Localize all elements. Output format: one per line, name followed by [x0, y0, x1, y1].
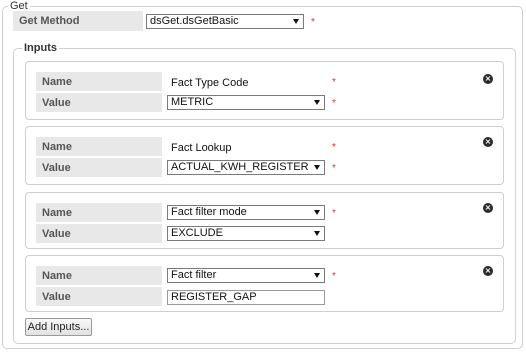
input-name-selected: Fact filter mode: [171, 206, 247, 218]
chevron-down-icon: [314, 273, 320, 278]
input-name-text: Fact Lookup: [171, 142, 232, 154]
close-icon[interactable]: ×: [483, 203, 493, 213]
chevron-down-icon: [314, 100, 320, 105]
get-method-label: Get Method: [13, 11, 143, 31]
name-label: Name: [36, 137, 162, 156]
value-label: Value: [36, 158, 162, 177]
close-icon[interactable]: ×: [483, 137, 493, 147]
add-inputs-button[interactable]: Add Inputs...: [25, 318, 92, 336]
input-name-select[interactable]: Fact filter: [167, 268, 325, 283]
chevron-down-icon: [314, 231, 320, 236]
chevron-down-icon: [314, 210, 320, 215]
input-value-text: REGISTER_GAP: [171, 291, 257, 303]
chevron-down-icon: [293, 19, 299, 24]
name-label: Name: [36, 266, 162, 285]
required-marker: *: [332, 208, 336, 219]
required-marker: *: [332, 163, 336, 174]
required-marker: *: [332, 98, 336, 109]
input-value-selected: ACTUAL_KWH_REGISTER: [171, 161, 309, 173]
required-marker: *: [332, 77, 336, 88]
required-marker: *: [332, 142, 336, 153]
required-marker: *: [311, 17, 315, 28]
input-card: Name Value Fact filter * REGISTER_GAP ×: [25, 255, 504, 312]
get-method-select[interactable]: dsGet.dsGetBasic: [146, 14, 304, 29]
input-value-select[interactable]: METRIC: [167, 95, 325, 110]
input-name-text: Fact Type Code: [171, 77, 249, 89]
input-value-select[interactable]: ACTUAL_KWH_REGISTER: [167, 160, 325, 175]
input-value-field[interactable]: REGISTER_GAP: [167, 290, 325, 305]
chevron-down-icon: [314, 165, 320, 170]
close-icon[interactable]: ×: [483, 74, 493, 84]
value-label: Value: [36, 93, 162, 112]
value-label: Value: [36, 287, 162, 306]
value-label: Value: [36, 224, 162, 243]
close-icon[interactable]: ×: [483, 266, 493, 276]
input-value-select[interactable]: EXCLUDE: [167, 226, 325, 241]
input-name-select[interactable]: Fact filter mode: [167, 205, 325, 220]
input-value-selected: METRIC: [171, 96, 214, 108]
name-label: Name: [36, 203, 162, 222]
get-method-value: dsGet.dsGetBasic: [150, 15, 239, 27]
input-name-selected: Fact filter: [171, 269, 217, 281]
input-card: Name Value Fact Lookup * ACTUAL_KWH_REGI…: [25, 126, 504, 185]
inputs-legend: Inputs: [22, 42, 59, 54]
required-marker: *: [332, 271, 336, 282]
input-card: Name Value Fact filter mode * EXCLUDE ×: [25, 192, 504, 249]
name-label: Name: [36, 72, 162, 91]
input-value-selected: EXCLUDE: [171, 227, 223, 239]
input-card: Name Value Fact Type Code * METRIC * ×: [25, 61, 504, 120]
